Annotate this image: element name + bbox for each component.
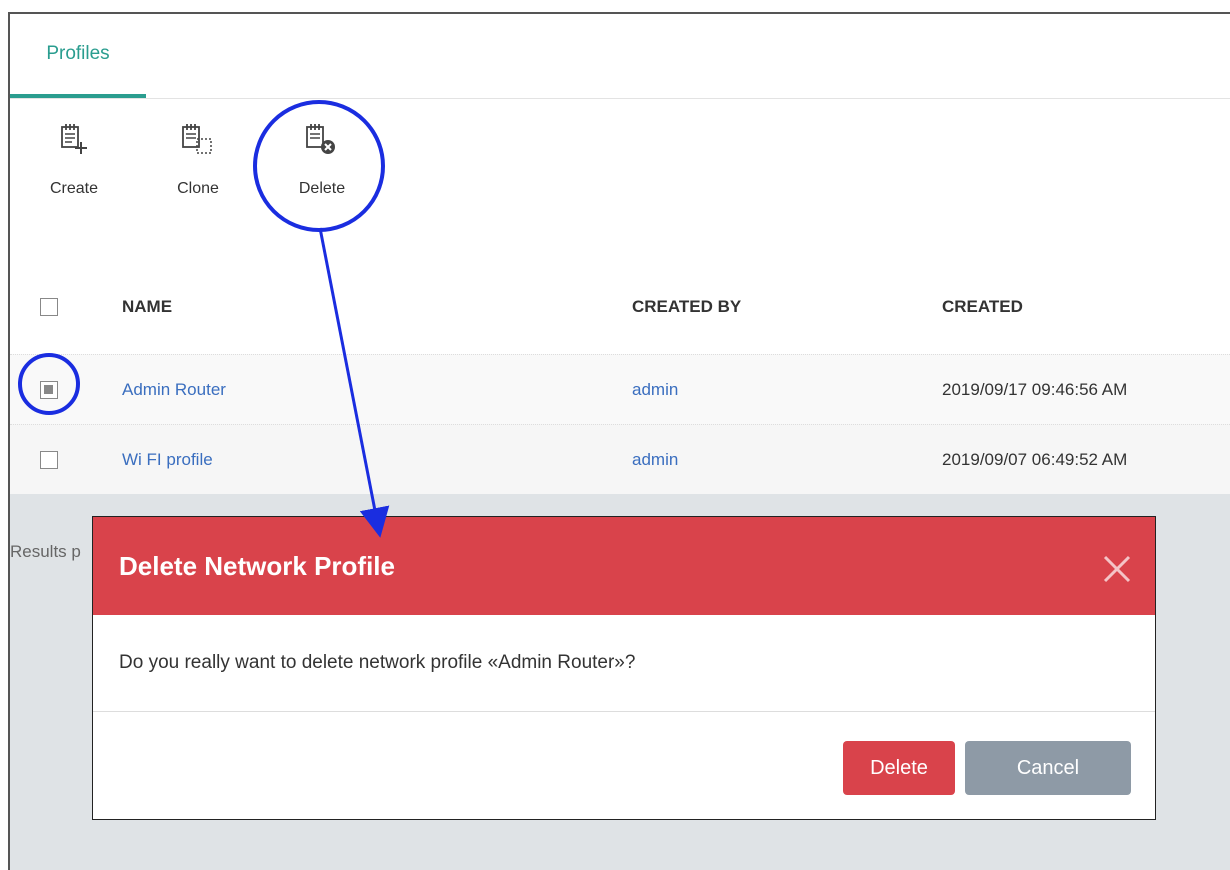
close-icon[interactable] xyxy=(1099,551,1135,587)
table-row[interactable]: Admin Router admin 2019/09/17 09:46:56 A… xyxy=(10,354,1230,425)
created-date: 2019/09/07 06:49:52 AM xyxy=(942,450,1128,469)
clone-profile-icon xyxy=(182,124,212,154)
dialog-header: Delete Network Profile xyxy=(93,517,1155,615)
dialog-body: Do you really want to delete network pro… xyxy=(93,615,1155,712)
delete-profile-dialog: Delete Network Profile Do you really wan… xyxy=(92,516,1156,820)
profile-name-link[interactable]: Wi FI profile xyxy=(122,450,213,470)
create-button[interactable]: Create xyxy=(24,118,124,218)
column-header-created-by[interactable]: CREATED BY xyxy=(632,297,741,317)
created-by-link[interactable]: admin xyxy=(632,450,678,470)
tab-bar: Profiles xyxy=(10,14,1230,99)
table-row[interactable]: Wi FI profile admin 2019/09/07 06:49:52 … xyxy=(10,424,1230,495)
profiles-panel: Profiles Create Clone Delete NAME CREATE… xyxy=(8,12,1230,870)
clone-label: Clone xyxy=(177,180,219,197)
dialog-message: Do you really want to delete network pro… xyxy=(119,652,636,673)
create-label: Create xyxy=(49,180,99,197)
clone-button[interactable]: Clone xyxy=(148,118,248,218)
row-checkbox[interactable] xyxy=(40,451,58,469)
results-per-page-label: Results p xyxy=(10,542,81,561)
select-all-checkbox[interactable] xyxy=(40,298,58,316)
delete-profile-icon xyxy=(306,124,335,154)
table-header: NAME CREATED BY CREATED xyxy=(10,260,1230,354)
profiles-table: NAME CREATED BY CREATED Admin Router adm… xyxy=(10,260,1230,495)
create-profile-icon xyxy=(61,124,87,154)
profile-name-link[interactable]: Admin Router xyxy=(122,380,226,400)
dialog-title: Delete Network Profile xyxy=(119,550,395,581)
cancel-button[interactable]: Cancel xyxy=(965,741,1131,795)
column-header-name[interactable]: NAME xyxy=(122,297,172,317)
created-by-link[interactable]: admin xyxy=(632,380,678,400)
created-date: 2019/09/17 09:46:56 AM xyxy=(942,380,1128,399)
row-checkbox[interactable] xyxy=(40,381,58,399)
column-header-created[interactable]: CREATED xyxy=(942,297,1023,317)
delete-label: Delete xyxy=(298,180,346,197)
delete-toolbar-button[interactable]: Delete xyxy=(272,118,372,218)
tab-profiles[interactable]: Profiles xyxy=(10,14,146,98)
confirm-delete-button[interactable]: Delete xyxy=(843,741,955,795)
